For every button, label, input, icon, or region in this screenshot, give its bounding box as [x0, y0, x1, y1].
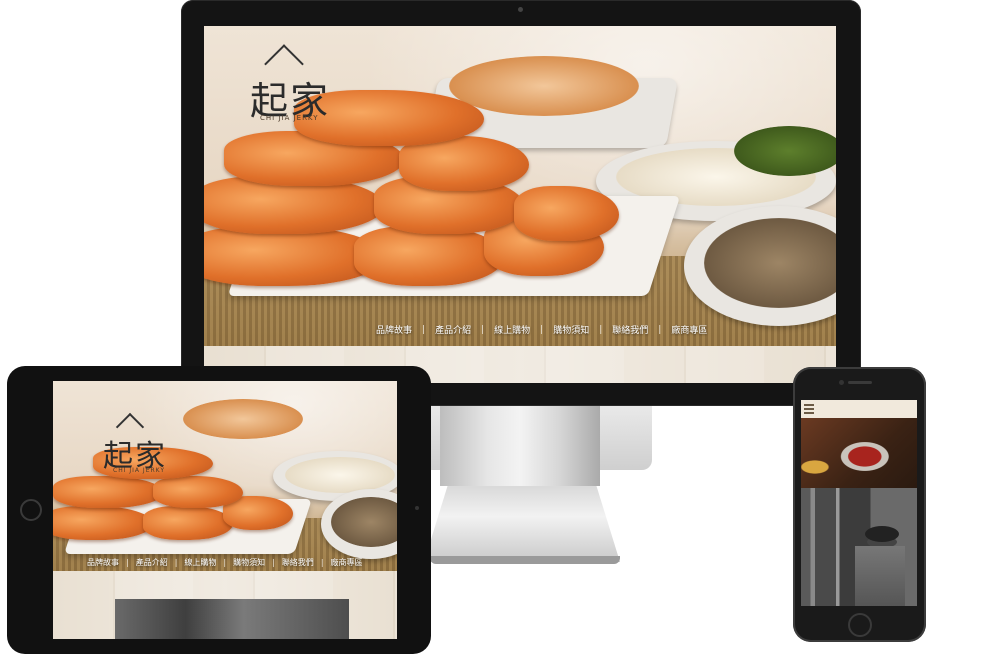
nav-products[interactable]: 產品介紹	[136, 557, 168, 568]
brand-tagline: CHI JIA JERKY	[113, 467, 166, 474]
brand-tagline: CHI JIA JERKY	[260, 114, 319, 122]
stove	[855, 546, 905, 606]
nav-separator: |	[272, 558, 275, 567]
tablet-device: 起家 CHI JIA JERKY 品牌故事 | 產品介紹 | 線上購物 | 購物…	[7, 366, 431, 654]
phone-home-button	[848, 613, 872, 637]
coconut-flakes	[285, 457, 395, 493]
desktop-monitor: 起家 CHI JIA JERKY 品牌故事 | 產品介紹 | 線上購物 | 購物…	[181, 0, 861, 406]
nav-separator: |	[658, 324, 662, 335]
jerky-roll	[143, 506, 233, 540]
tablet-home-button	[20, 499, 42, 521]
cooking-pot	[865, 526, 899, 542]
nav-vendor-zone[interactable]: 廠商專區	[331, 557, 363, 568]
phone-jerky-photo	[801, 418, 917, 488]
jerky-roll	[53, 476, 163, 508]
nav-separator: |	[223, 558, 227, 567]
jerky-roll	[354, 226, 504, 286]
nav-separator: |	[540, 324, 544, 335]
shredded-squid	[449, 56, 639, 116]
jerky-roll	[153, 476, 243, 508]
phone-screen	[801, 400, 917, 606]
nav-separator: |	[422, 324, 426, 335]
phone-header-bar	[801, 400, 917, 418]
monitor-stand-neck	[440, 406, 600, 486]
jerky-roll	[514, 186, 619, 241]
tablet-main-nav: 品牌故事 | 產品介紹 | 線上購物 | 購物須知 | 聯絡我們 | 廠商專區	[87, 557, 363, 568]
monitor-stand-foot	[424, 486, 620, 562]
phone-device	[793, 367, 926, 642]
tablet-camera	[415, 506, 419, 510]
phone-speaker	[848, 381, 872, 384]
nav-products[interactable]: 產品介紹	[435, 323, 471, 336]
nav-online-shop[interactable]: 線上購物	[494, 323, 530, 336]
tablet-story-photo	[115, 599, 349, 639]
nav-shopping-notice[interactable]: 購物須知	[233, 557, 265, 568]
nav-separator: |	[174, 558, 178, 567]
nav-separator: |	[599, 324, 603, 335]
nav-shopping-notice[interactable]: 購物須知	[553, 323, 589, 336]
seaweed	[734, 126, 836, 176]
monitor-camera	[518, 7, 523, 12]
nav-separator: |	[126, 558, 129, 567]
tablet-hero-image: 起家 CHI JIA JERKY 品牌故事 | 產品介紹 | 線上購物 | 購物…	[53, 381, 397, 571]
nav-vendor-zone[interactable]: 廠商專區	[671, 323, 707, 336]
desktop-main-nav: 品牌故事 | 產品介紹 | 線上購物 | 購物須知 | 聯絡我們 | 廠商專區	[376, 323, 707, 337]
nav-contact[interactable]: 聯絡我們	[612, 323, 648, 336]
nav-contact[interactable]: 聯絡我們	[282, 557, 314, 568]
hamburger-icon[interactable]	[804, 404, 814, 414]
shredded-squid	[183, 399, 303, 439]
desktop-hero-image: 起家 CHI JIA JERKY 品牌故事 | 產品介紹 | 線上購物 | 購物…	[204, 26, 836, 346]
nav-separator: |	[481, 324, 485, 335]
monitor-stand-edge	[430, 556, 620, 564]
nav-separator: |	[320, 558, 324, 567]
phone-kitchen-photo	[801, 488, 917, 606]
tablet-screen: 起家 CHI JIA JERKY 品牌故事 | 產品介紹 | 線上購物 | 購物…	[53, 381, 397, 639]
jerky-roll	[53, 506, 153, 540]
phone-camera	[839, 380, 844, 385]
nav-brand-story[interactable]: 品牌故事	[376, 323, 412, 336]
desktop-screen: 起家 CHI JIA JERKY 品牌故事 | 產品介紹 | 線上購物 | 購物…	[204, 26, 836, 383]
nav-brand-story[interactable]: 品牌故事	[87, 557, 119, 568]
nav-online-shop[interactable]: 線上購物	[184, 557, 216, 568]
